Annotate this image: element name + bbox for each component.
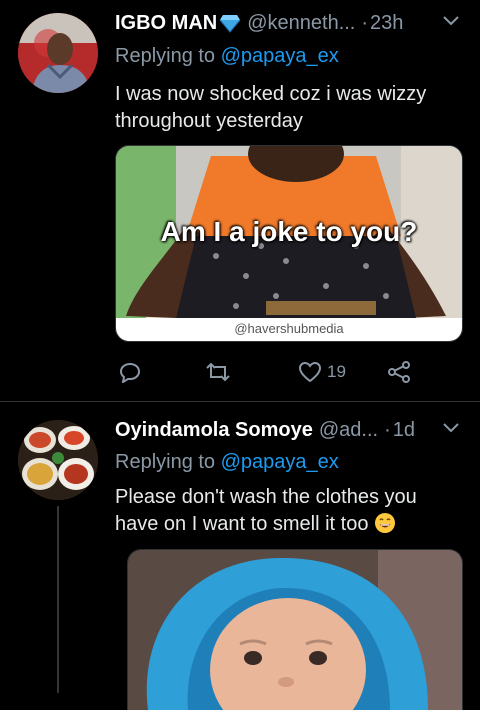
retweet-button[interactable]: [205, 362, 231, 382]
heart-icon: [298, 361, 322, 383]
meme-caption: Am I a joke to you?: [160, 216, 418, 247]
chevron-down-icon[interactable]: [442, 421, 460, 439]
tweet-text: I was now shocked coz i was wizzy throug…: [115, 83, 427, 132]
tweet-2[interactable]: Oyindamola Somoye @ad... · 1d Replying t…: [0, 402, 480, 710]
chevron-down-icon[interactable]: [442, 14, 460, 32]
share-icon: [388, 361, 410, 383]
reply-icon: [119, 362, 141, 383]
like-button[interactable]: 19: [298, 361, 346, 383]
replying-prefix: Replying to: [115, 45, 216, 67]
reply-button[interactable]: [119, 361, 141, 383]
tweet-media[interactable]: [127, 549, 463, 710]
timestamp[interactable]: 23h: [370, 11, 403, 35]
thread-line: [57, 506, 59, 693]
replying-to: Replying to @papaya_ex: [115, 450, 339, 474]
retweet-icon: [206, 362, 230, 382]
user-handle[interactable]: @ad...: [319, 418, 378, 442]
display-name[interactable]: Oyindamola Somoye: [115, 418, 313, 442]
separator-dot: ·: [361, 12, 369, 34]
user-handle[interactable]: @kenneth...: [247, 11, 355, 35]
meme-watermark: @havershubmedia: [234, 321, 344, 336]
replying-prefix: Replying to: [115, 451, 216, 473]
like-count: 19: [327, 362, 346, 381]
avatar[interactable]: [18, 13, 98, 93]
avatar-photo: [18, 420, 98, 500]
avatar-photo: [18, 13, 98, 93]
avatar[interactable]: [18, 420, 98, 500]
timestamp[interactable]: 1d: [393, 418, 415, 442]
baby-photo: [128, 550, 462, 710]
display-name[interactable]: IGBO MAN: [115, 11, 217, 35]
replying-to: Replying to @papaya_ex: [115, 44, 339, 68]
tweet-text: Please don't wash the clothes you have o…: [115, 486, 417, 535]
separator-dot: ·: [384, 419, 391, 441]
tweet-1[interactable]: IGBO MAN @kenneth... · 23h Replying to @…: [0, 0, 480, 400]
grinning-face-icon: [374, 512, 396, 534]
gem-icon: [219, 13, 241, 33]
tweet-media[interactable]: Am I a joke to you? @havershubmedia: [115, 145, 463, 342]
share-button[interactable]: [387, 361, 411, 383]
mention-link[interactable]: @papaya_ex: [221, 45, 339, 67]
mention-link[interactable]: @papaya_ex: [221, 451, 339, 473]
tweet-text-block: Please don't wash the clothes you have o…: [115, 484, 460, 538]
